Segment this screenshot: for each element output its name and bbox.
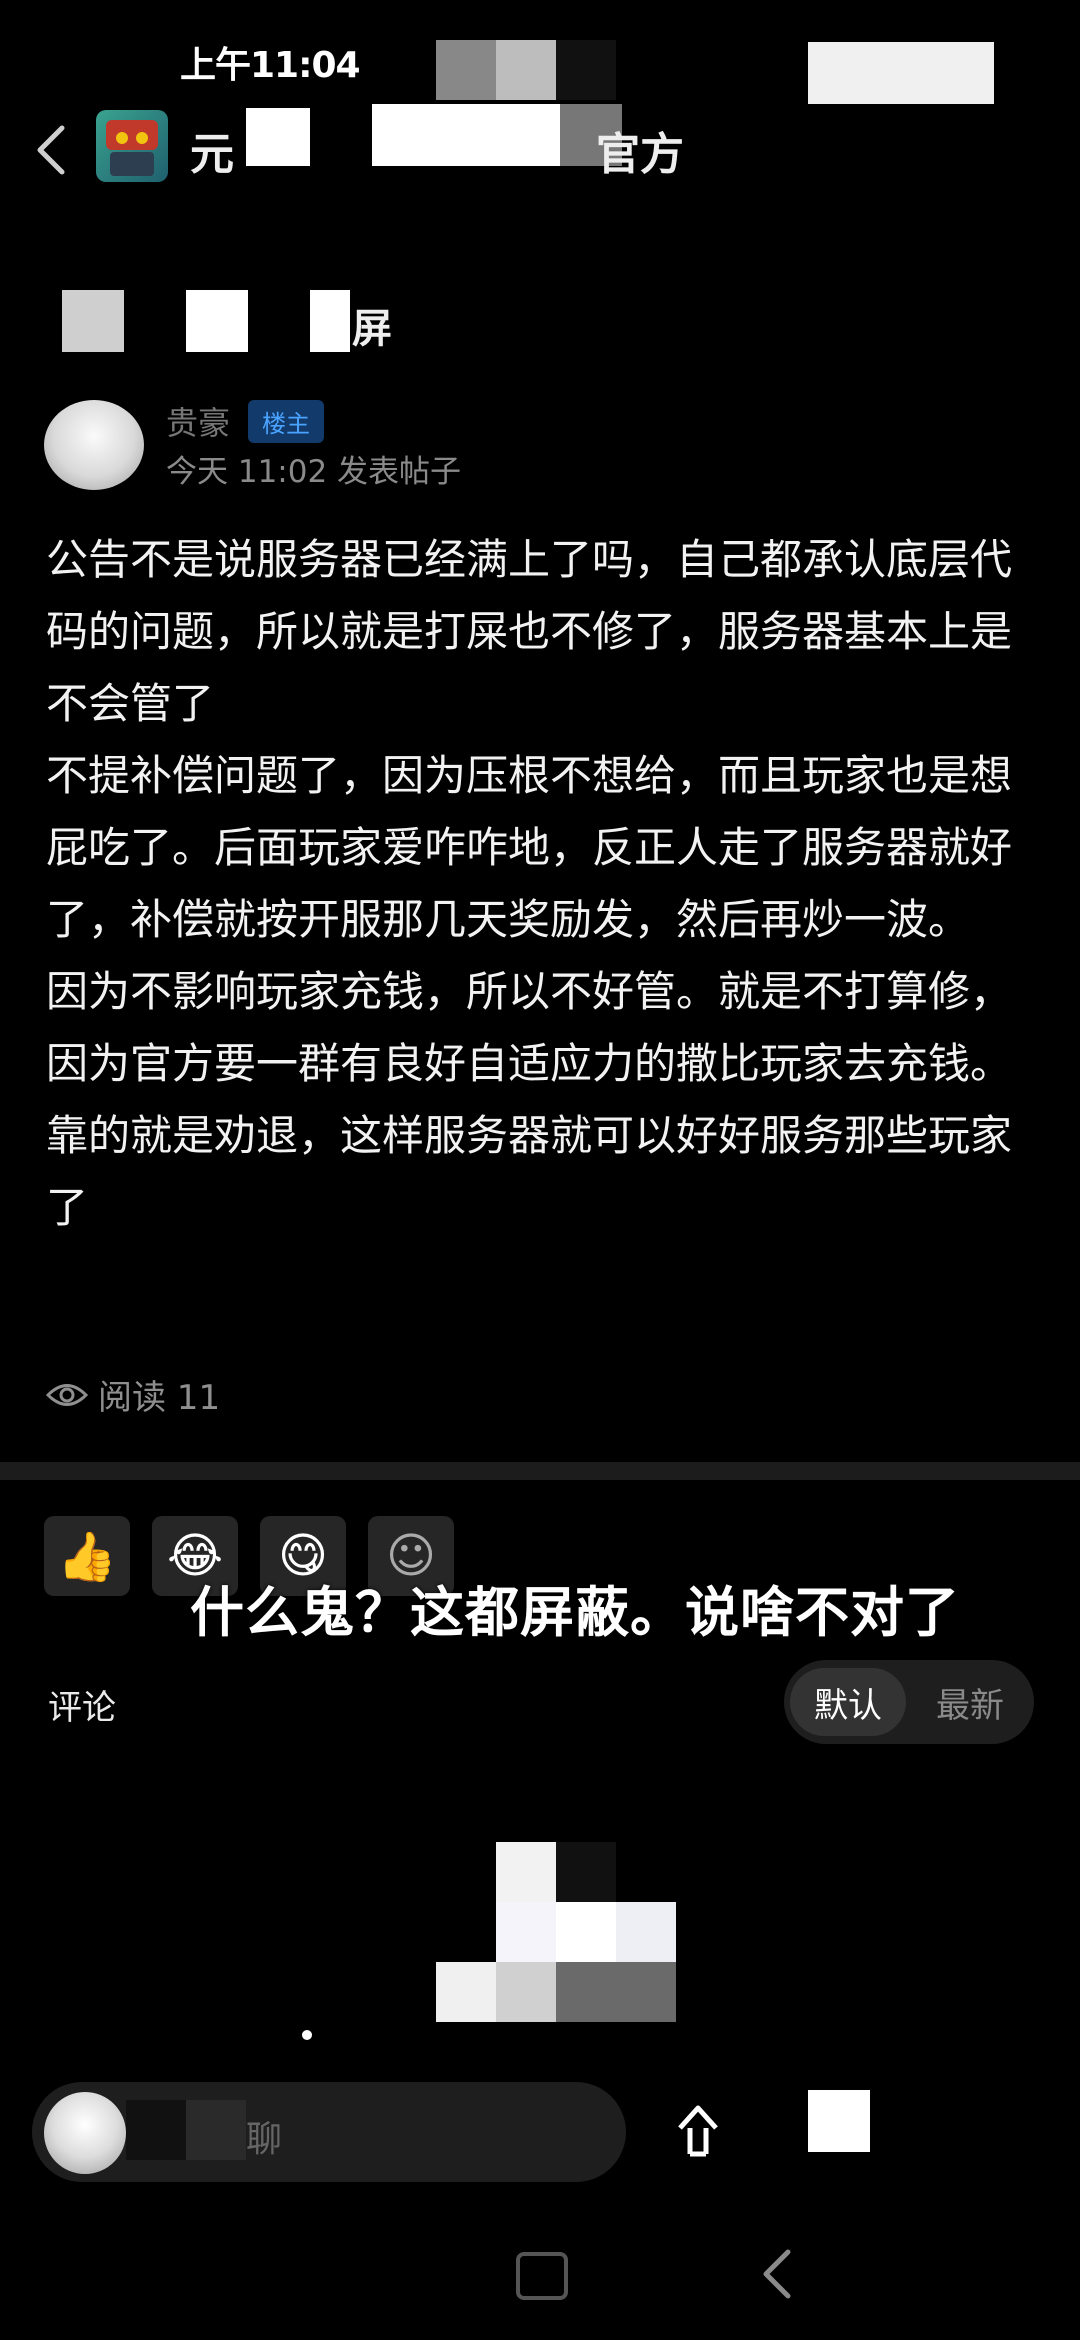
post-body: 公告不是说服务器已经满上了吗，自己都承认底层代码的问题，所以就是打屎也不修了，服… <box>46 524 1046 1244</box>
dot-indicator <box>302 2030 312 2040</box>
redaction-block <box>186 2100 246 2160</box>
share-icon[interactable] <box>672 2100 724 2164</box>
post-meta: 今天 11:02 发表帖子 <box>166 454 462 490</box>
read-count: 阅读 11 <box>46 1370 220 1419</box>
sort-default-button[interactable]: 默认 <box>790 1668 906 1736</box>
redaction-block <box>808 2090 870 2152</box>
nav-back-icon[interactable] <box>758 2246 798 2302</box>
game-avatar[interactable] <box>96 110 168 182</box>
overlay-caption: 什么鬼？这都屏蔽。说啥不对了 <box>190 1581 960 1644</box>
comments-label: 评论 <box>48 1688 116 1728</box>
topic-title-end: 屏 <box>352 306 392 352</box>
read-count-label: 阅读 11 <box>98 1378 221 1418</box>
redaction-block <box>186 290 248 352</box>
redaction-mosaic <box>436 1842 676 2022</box>
section-divider <box>0 1462 1080 1480</box>
post-paragraph: 因为不影响玩家充钱，所以不好管。就是不打算修，因为官方要一群有良好自适应力的撒比… <box>46 967 1013 1232</box>
comment-input-placeholder[interactable]: 聊 <box>246 2110 282 2162</box>
user-avatar <box>44 2092 126 2174</box>
op-badge: 楼主 <box>248 400 324 443</box>
redaction-block <box>310 290 350 352</box>
thumbs-up-icon[interactable]: 👍 <box>44 1516 130 1596</box>
comment-sort-toggle: 默认 最新 <box>784 1660 1034 1744</box>
redaction-block <box>62 290 124 352</box>
back-arrow-icon[interactable] <box>32 120 72 180</box>
author-name[interactable]: 贵豪 <box>166 398 230 444</box>
header-title-end: 官方 <box>596 129 684 180</box>
redaction-block <box>372 104 560 166</box>
redaction-mosaic <box>436 40 616 100</box>
redaction-block <box>246 108 310 166</box>
post-paragraph: 公告不是说服务器已经满上了吗，自己都承认底层代码的问题，所以就是打屎也不修了，服… <box>46 535 1013 728</box>
redaction-block <box>808 42 994 104</box>
author-avatar[interactable] <box>44 400 144 490</box>
header-title-start: 元 <box>190 129 234 180</box>
eye-icon <box>46 1383 88 1406</box>
nav-home-button[interactable] <box>516 2252 568 2300</box>
sort-latest-button[interactable]: 最新 <box>912 1668 1028 1736</box>
redaction-block <box>126 2100 186 2160</box>
status-time: 上午11:04 <box>180 45 361 86</box>
post-paragraph: 不提补偿问题了，因为压根不想给，而且玩家也是想屁吃了。后面玩家爱咋咋地，反正人走… <box>46 751 1013 944</box>
